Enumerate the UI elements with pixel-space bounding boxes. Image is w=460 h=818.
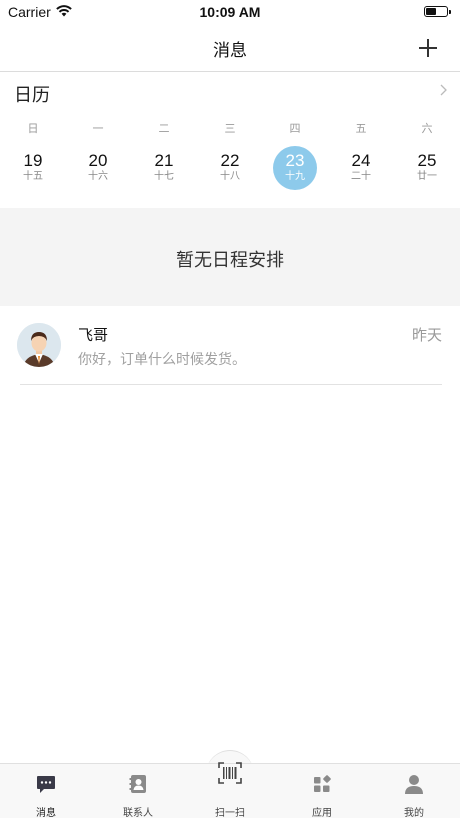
plus-icon[interactable]	[416, 36, 440, 60]
calendar-title: 日历	[14, 85, 50, 106]
apps-icon	[314, 775, 331, 792]
day-number: 22	[220, 151, 240, 170]
chat-bubble-icon	[37, 776, 55, 793]
weekday-label: 三	[224, 122, 236, 135]
tab-scan[interactable]: 扫一扫	[184, 762, 276, 818]
weekday-label: 五	[355, 122, 367, 135]
weekday-label: 日	[27, 122, 39, 135]
weekday-label: 一	[92, 122, 104, 135]
profile-icon	[405, 775, 423, 794]
weekday-label: 六	[421, 122, 433, 135]
day-number: 24	[351, 151, 371, 170]
contacts-icon	[129, 775, 146, 793]
lunar-date: 二十	[351, 171, 371, 182]
tab-profile[interactable]: 我的	[368, 764, 460, 818]
weekday-label: 四	[289, 122, 301, 135]
schedule-panel: 暂无日程安排	[0, 208, 460, 306]
weekday-row: 日 一 二 三 四 五 六	[0, 120, 460, 140]
weekday-label: 二	[158, 122, 170, 135]
calendar-day[interactable]: 22 十八	[208, 146, 252, 190]
lunar-date: 十九	[285, 171, 305, 182]
calendar-day-selected[interactable]: 23 十九	[273, 146, 317, 190]
tab-bar: 消息 联系人 扫一扫 应用 我的	[0, 762, 460, 818]
nav-bar: 消息	[0, 24, 460, 72]
lunar-date: 十五	[23, 171, 43, 182]
lunar-date: 十七	[154, 171, 174, 182]
page-title: 消息	[213, 41, 247, 61]
day-number: 20	[88, 151, 108, 170]
calendar-day[interactable]: 21 十七	[142, 146, 186, 190]
tab-apps[interactable]: 应用	[276, 764, 368, 818]
divider	[20, 384, 442, 385]
tab-label: 我的	[404, 808, 424, 818]
message-time: 昨天	[411, 326, 442, 344]
battery-icon	[424, 6, 451, 17]
clock: 10:09 AM	[199, 4, 261, 20]
tab-messages[interactable]: 消息	[0, 764, 92, 818]
tab-contacts[interactable]: 联系人	[92, 764, 184, 818]
day-number: 23	[285, 151, 305, 170]
calendar-day[interactable]: 20 十六	[76, 146, 120, 190]
empty-schedule-text: 暂无日程安排	[176, 250, 284, 271]
status-bar: Carrier 10:09 AM	[0, 0, 460, 24]
day-number: 21	[154, 151, 174, 170]
calendar-header[interactable]: 日历	[0, 72, 460, 112]
lunar-date: 廿一	[417, 171, 437, 182]
message-preview: 你好，订单什么时候发货。	[78, 352, 246, 368]
calendar-day[interactable]: 25 廿一	[405, 146, 449, 190]
message-list-item[interactable]: 飞哥 昨天 你好，订单什么时候发货。	[0, 307, 460, 385]
tab-label: 应用	[312, 808, 332, 818]
avatar	[17, 323, 61, 367]
person-avatar-icon	[17, 323, 61, 367]
calendar-days-row: 19 十五 20 十六 21 十七 22 十八 23 十九 24 二十 25 廿…	[0, 146, 460, 194]
lunar-date: 十八	[220, 171, 240, 182]
day-number: 19	[23, 151, 43, 170]
chevron-right-icon[interactable]	[440, 84, 448, 96]
tab-label: 联系人	[123, 808, 153, 818]
tab-label: 扫一扫	[215, 808, 245, 818]
contact-name: 飞哥	[78, 326, 109, 344]
day-number: 25	[417, 151, 437, 170]
barcode-scan-icon	[218, 762, 242, 784]
calendar-day[interactable]: 19 十五	[11, 146, 55, 190]
calendar-day[interactable]: 24 二十	[339, 146, 383, 190]
lunar-date: 十六	[88, 171, 108, 182]
tab-label: 消息	[36, 808, 56, 818]
